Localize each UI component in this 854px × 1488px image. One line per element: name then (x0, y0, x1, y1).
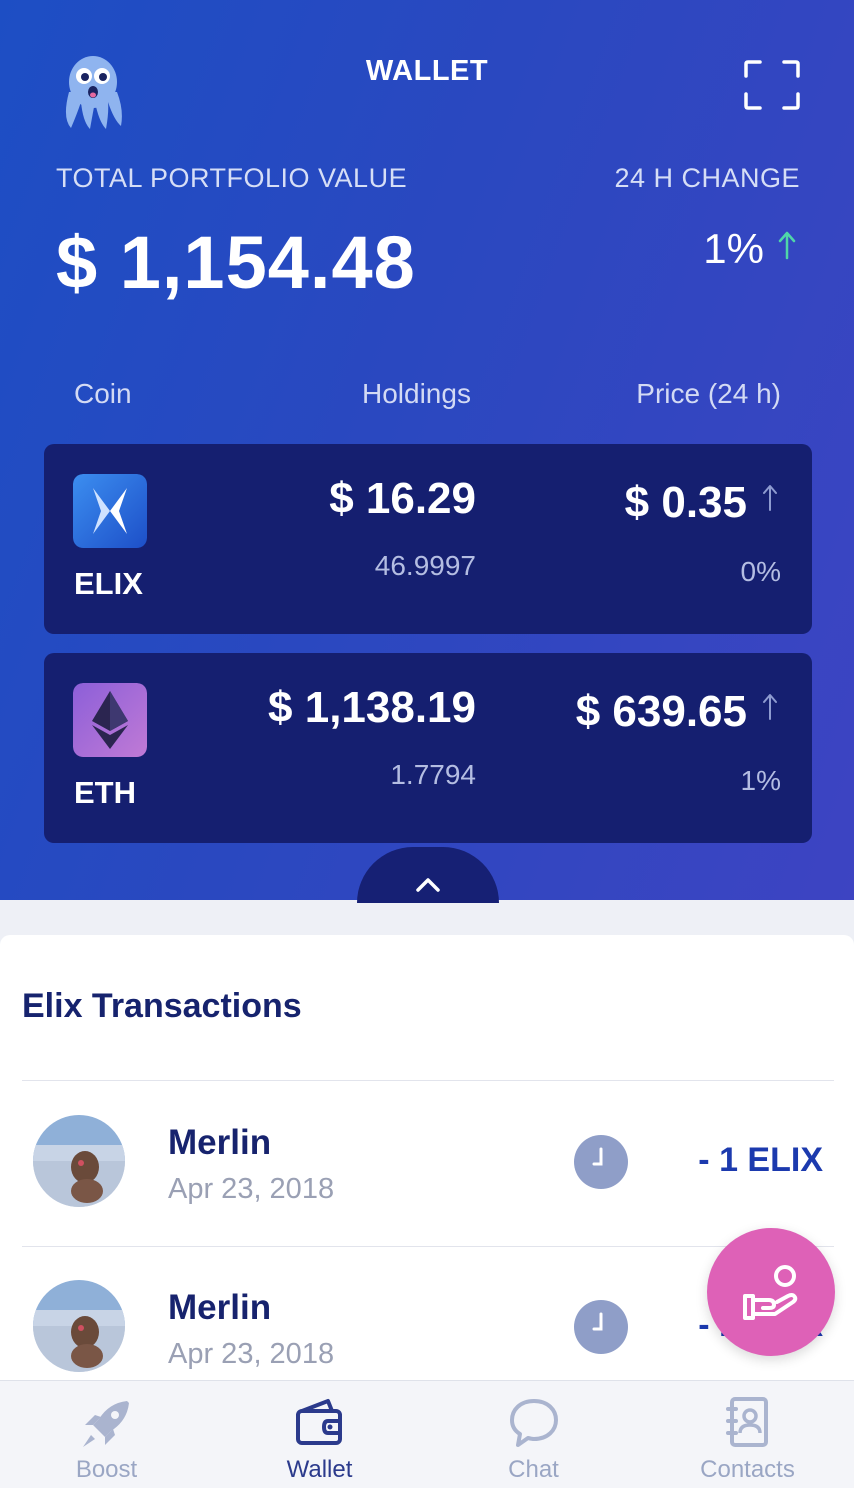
wallet-header-panel: WALLET TOTAL PORTFOLIO VALUE $ 1,154.48 … (0, 0, 854, 900)
transaction-name: Merlin (168, 1123, 272, 1162)
transaction-amount: - 1 ELIX (698, 1141, 823, 1179)
nav-item-chat[interactable]: Chat (427, 1381, 640, 1488)
column-header-price: Price (24 h) (636, 378, 781, 409)
send-receive-fab-button[interactable] (707, 1228, 835, 1356)
arrow-up-icon (763, 485, 777, 511)
transaction-date: Apr 23, 2018 (168, 1173, 335, 1205)
coin-quantity: 1.7794 (390, 759, 476, 790)
coin-card-elix[interactable]: ELIX $ 16.29 46.9997 $ 0.35 0% (44, 444, 812, 634)
avatar (33, 1280, 125, 1372)
change-24h-value: 1% (703, 225, 764, 272)
nav-item-wallet[interactable]: Wallet (213, 1381, 426, 1488)
transactions-title: Elix Transactions (22, 987, 302, 1025)
nav-item-boost[interactable]: Boost (0, 1381, 213, 1488)
coin-symbol: ETH (74, 775, 136, 810)
coin-price-change: 1% (740, 765, 781, 796)
coin-price: $ 639.65 (575, 687, 747, 736)
chevron-up-icon (416, 878, 440, 892)
total-portfolio-label: TOTAL PORTFOLIO VALUE (56, 163, 408, 193)
nav-label: Boost (75, 1456, 138, 1483)
coin-price: $ 0.35 (624, 478, 747, 527)
chat-bubble-icon (509, 1399, 558, 1447)
column-header-holdings: Holdings (362, 378, 471, 409)
nav-label: Contacts (700, 1456, 795, 1483)
ethereum-coin-icon (73, 683, 147, 757)
transaction-row[interactable]: Merlin Apr 23, 2018 - 1 ELIX (0, 1081, 854, 1245)
coin-symbol: ELIX (74, 566, 143, 601)
clock-icon (574, 1300, 628, 1354)
contacts-book-icon (725, 1397, 768, 1447)
nav-item-contacts[interactable]: Contacts (641, 1381, 854, 1488)
elix-coin-icon (73, 474, 147, 548)
coin-card-eth[interactable]: ETH $ 1,138.19 1.7794 $ 639.65 1% (44, 653, 812, 843)
page-title: WALLET (365, 55, 489, 87)
coin-quantity: 46.9997 (374, 550, 476, 581)
scan-frame-icon[interactable] (742, 58, 802, 112)
column-header-coin: Coin (74, 378, 132, 409)
nav-label: Wallet (286, 1456, 353, 1483)
arrow-up-icon (778, 231, 796, 260)
clock-icon (574, 1135, 628, 1189)
total-portfolio-value: $ 1,154.48 (56, 221, 416, 304)
nav-label: Chat (508, 1456, 559, 1483)
coin-holding-value: $ 16.29 (329, 474, 476, 523)
coin-price-change: 0% (740, 556, 781, 587)
coin-holding-value: $ 1,138.19 (268, 683, 476, 732)
transaction-name: Merlin (168, 1288, 272, 1327)
bottom-navigation: Boost Wallet Chat Contacts (0, 1380, 854, 1488)
transaction-date: Apr 23, 2018 (168, 1338, 335, 1370)
avatar (33, 1115, 125, 1207)
change-24h-label: 24 H CHANGE (614, 163, 800, 193)
rocket-icon (82, 1401, 129, 1447)
hand-coin-icon (743, 1265, 798, 1320)
wallet-icon (295, 1399, 342, 1445)
arrow-up-icon (763, 694, 777, 720)
